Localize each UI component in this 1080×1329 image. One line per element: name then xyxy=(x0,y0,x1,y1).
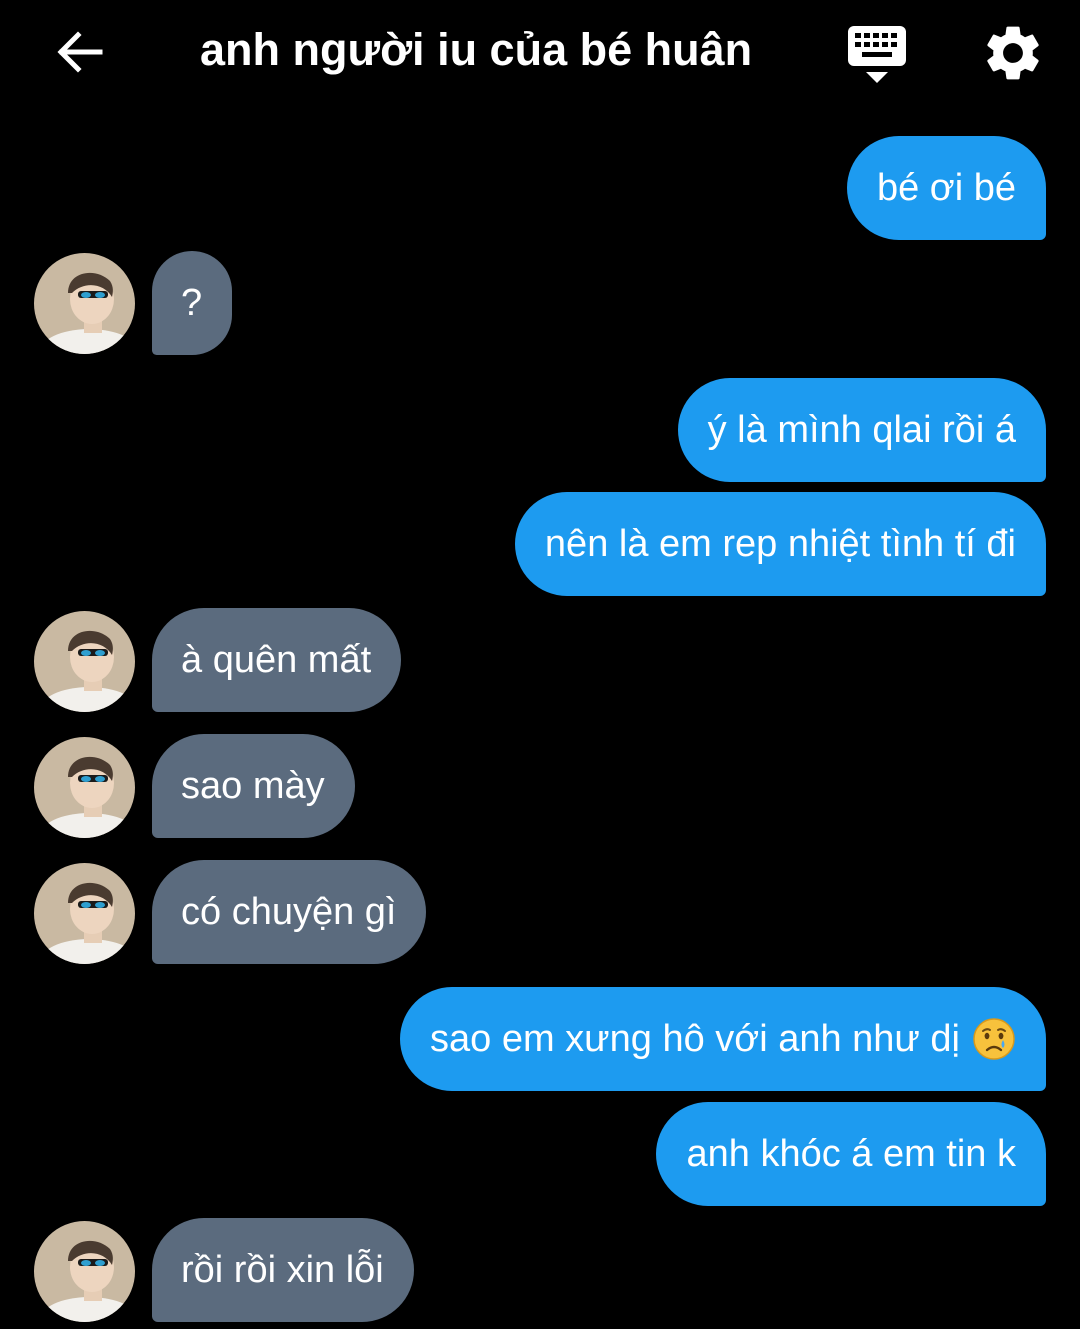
back-button[interactable] xyxy=(50,22,110,82)
avatar[interactable] xyxy=(34,737,135,838)
incoming-message[interactable]: rồi rồi xin lỗi xyxy=(152,1218,414,1322)
keyboard-icon xyxy=(848,26,906,83)
message-text: ý là mình qlai rồi á xyxy=(707,409,1016,451)
conversation-title: anh người iu của bé huân xyxy=(200,24,753,75)
message-text: nên là em rep nhiệt tình tí đi xyxy=(544,523,1016,565)
message-text: bé ơi bé xyxy=(876,167,1016,209)
avatar[interactable] xyxy=(34,863,135,964)
chat-screen: anh người iu của bé huân bé ơi bé ? ý là… xyxy=(0,0,1080,1329)
avatar[interactable] xyxy=(34,253,135,354)
arrow-left-icon xyxy=(57,31,103,73)
crying-face-emoji xyxy=(973,1018,1015,1060)
incoming-message[interactable]: ? xyxy=(152,251,233,355)
gear-icon xyxy=(987,26,1039,80)
avatar-photo xyxy=(34,253,135,354)
avatar-photo xyxy=(34,611,135,712)
incoming-message[interactable]: sao mày xyxy=(152,734,355,838)
outgoing-message[interactable]: anh khóc á em tin k xyxy=(656,1102,1046,1206)
avatar-photo xyxy=(34,863,135,964)
settings-button[interactable] xyxy=(980,20,1046,86)
keyboard-button[interactable] xyxy=(844,24,910,86)
chat-header: anh người iu của bé huân xyxy=(0,0,1080,110)
avatar[interactable] xyxy=(34,611,135,712)
avatar[interactable] xyxy=(34,1221,135,1322)
message-text: anh khóc á em tin k xyxy=(686,1133,1016,1175)
outgoing-message[interactable]: sao em xưng hô với anh như dị xyxy=(400,987,1046,1091)
message-text: à quên mất xyxy=(181,639,372,681)
message-text: rồi rồi xin lỗi xyxy=(181,1249,384,1291)
message-text: sao em xưng hô với anh như dị xyxy=(430,1018,960,1060)
message-text: ? xyxy=(181,282,203,324)
incoming-message[interactable]: có chuyện gì xyxy=(152,860,427,964)
incoming-message[interactable]: à quên mất xyxy=(152,608,402,712)
avatar-photo xyxy=(34,1221,135,1322)
outgoing-message[interactable]: nên là em rep nhiệt tình tí đi xyxy=(514,492,1046,596)
message-text: có chuyện gì xyxy=(181,891,397,933)
message-text: sao mày xyxy=(181,765,325,807)
outgoing-message[interactable]: bé ơi bé xyxy=(846,136,1046,240)
avatar-photo xyxy=(34,737,135,838)
outgoing-message[interactable]: ý là mình qlai rồi á xyxy=(677,378,1046,482)
